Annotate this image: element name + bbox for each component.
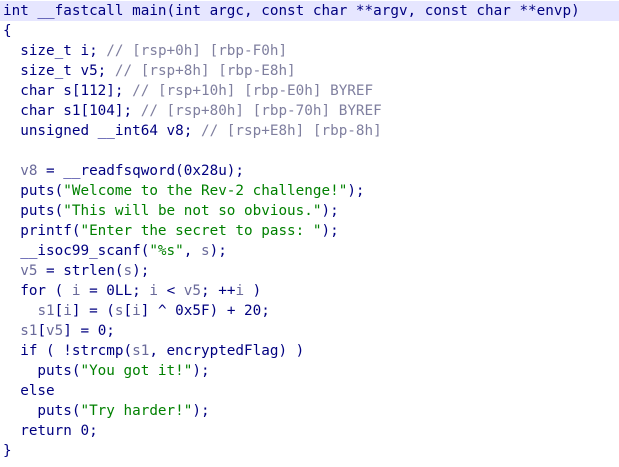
code-token: ] = (: [71, 303, 115, 319]
local-variable[interactable]: s1: [20, 323, 37, 339]
code-token: [: [37, 323, 47, 339]
local-variable[interactable]: v5: [46, 323, 63, 339]
local-variable[interactable]: i: [63, 303, 72, 319]
code-line[interactable]: size_t v5; // [rsp+8h] [rbp-E8h]: [0, 61, 619, 81]
code-line[interactable]: puts("This will be not so obvious.");: [0, 201, 619, 221]
code-token: );: [192, 363, 210, 379]
code-line[interactable]: puts("Welcome to the Rev-2 challenge!");: [0, 181, 619, 201]
code-line[interactable]: }: [0, 441, 619, 461]
code-line[interactable]: for ( i = 0LL; i < v5; ++i ): [0, 281, 619, 301]
code-token: );: [132, 263, 150, 279]
code-token: [: [54, 303, 64, 319]
code-token: for (: [3, 283, 72, 299]
code-token: char s[112];: [3, 83, 133, 99]
code-token: ): [244, 283, 262, 299]
code-token: = 0LL;: [80, 283, 150, 299]
code-comment: // [rsp+0h] [rbp-F0h]: [106, 43, 288, 59]
local-variable[interactable]: s: [201, 243, 210, 259]
code-token: puts(: [3, 403, 81, 419]
code-token: puts(: [3, 203, 64, 219]
local-variable[interactable]: v8: [20, 163, 37, 179]
code-token: , encryptedFlag) ): [149, 343, 305, 359]
code-line[interactable]: if ( !strcmp(s1, encryptedFlag) ): [0, 341, 619, 361]
code-token: }: [3, 443, 12, 459]
string-literal: "Welcome to the Rev-2 challenge!": [63, 183, 348, 199]
code-line[interactable]: unsigned __int64 v8; // [rsp+E8h] [rbp-8…: [0, 121, 619, 141]
code-line[interactable]: char s1[104]; // [rsp+80h] [rbp-70h] BYR…: [0, 101, 619, 121]
code-token: <: [157, 283, 184, 299]
code-token: = __readfsqword(0x28u);: [37, 163, 245, 179]
code-line[interactable]: else: [0, 381, 619, 401]
code-line[interactable]: printf("Enter the secret to pass: ");: [0, 221, 619, 241]
code-comment: // [rsp+8h] [rbp-E8h]: [114, 63, 296, 79]
code-token: [: [123, 303, 133, 319]
code-line[interactable]: s1[v5] = 0;: [0, 321, 619, 341]
code-token: size_t v5;: [3, 63, 115, 79]
code-token: puts(: [3, 183, 64, 199]
local-variable[interactable]: s: [124, 263, 133, 279]
code-token: ,: [183, 243, 201, 259]
string-literal: "Try harder!": [80, 403, 193, 419]
local-variable[interactable]: s1: [132, 343, 149, 359]
code-line[interactable]: size_t i; // [rsp+0h] [rbp-F0h]: [0, 41, 619, 61]
code-comment: // [rsp+E8h] [rbp-8h]: [200, 123, 382, 139]
code-line[interactable]: v8 = __readfsqword(0x28u);: [0, 161, 619, 181]
code-token: );: [321, 223, 339, 239]
code-line[interactable]: [0, 141, 619, 161]
local-variable[interactable]: i: [149, 283, 158, 299]
code-token: ; ++: [201, 283, 236, 299]
code-token: char s1[104];: [3, 103, 141, 119]
code-token: );: [209, 243, 227, 259]
string-literal: "You got it!": [80, 363, 193, 379]
code-token: ] ^ 0x5F) + 20;: [140, 303, 270, 319]
code-comment: // [rsp+10h] [rbp-E0h] BYREF: [132, 83, 374, 99]
code-token: size_t i;: [3, 43, 107, 59]
code-line[interactable]: puts("You got it!");: [0, 361, 619, 381]
string-literal: "Enter the secret to pass: ": [80, 223, 322, 239]
code-token: );: [321, 203, 339, 219]
code-token: ] = 0;: [63, 323, 115, 339]
code-token: puts(: [3, 363, 81, 379]
string-literal: "This will be not so obvious.": [63, 203, 322, 219]
code-line[interactable]: s1[i] = (s[i] ^ 0x5F) + 20;: [0, 301, 619, 321]
code-line[interactable]: int __fastcall main(int argc, const char…: [0, 1, 619, 21]
local-variable[interactable]: s1: [37, 303, 54, 319]
code-token: return 0;: [3, 423, 98, 439]
local-variable[interactable]: v5: [20, 263, 37, 279]
local-variable[interactable]: v5: [184, 283, 201, 299]
local-variable[interactable]: s: [115, 303, 124, 319]
code-token: else: [3, 383, 55, 399]
code-line[interactable]: char s[112]; // [rsp+10h] [rbp-E0h] BYRE…: [0, 81, 619, 101]
code-line[interactable]: v5 = strlen(s);: [0, 261, 619, 281]
string-literal: "%s": [149, 243, 184, 259]
code-token: printf(: [3, 223, 81, 239]
local-variable[interactable]: i: [235, 283, 244, 299]
code-line[interactable]: return 0;: [0, 421, 619, 441]
code-token: );: [192, 403, 210, 419]
code-comment: // [rsp+80h] [rbp-70h] BYREF: [140, 103, 382, 119]
code-token: __isoc99_scanf(: [3, 243, 150, 259]
local-variable[interactable]: i: [132, 303, 141, 319]
code-token: {: [3, 23, 12, 39]
code-line[interactable]: {: [0, 21, 619, 41]
code-token: int __fastcall main(int argc, const char…: [3, 3, 580, 19]
code-token: );: [347, 183, 365, 199]
pseudocode-view[interactable]: int __fastcall main(int argc, const char…: [0, 0, 619, 467]
code-token: = strlen(: [37, 263, 124, 279]
code-token: unsigned __int64 v8;: [3, 123, 201, 139]
code-line[interactable]: __isoc99_scanf("%s", s);: [0, 241, 619, 261]
code-token: if ( !strcmp(: [3, 343, 133, 359]
code-line[interactable]: puts("Try harder!");: [0, 401, 619, 421]
